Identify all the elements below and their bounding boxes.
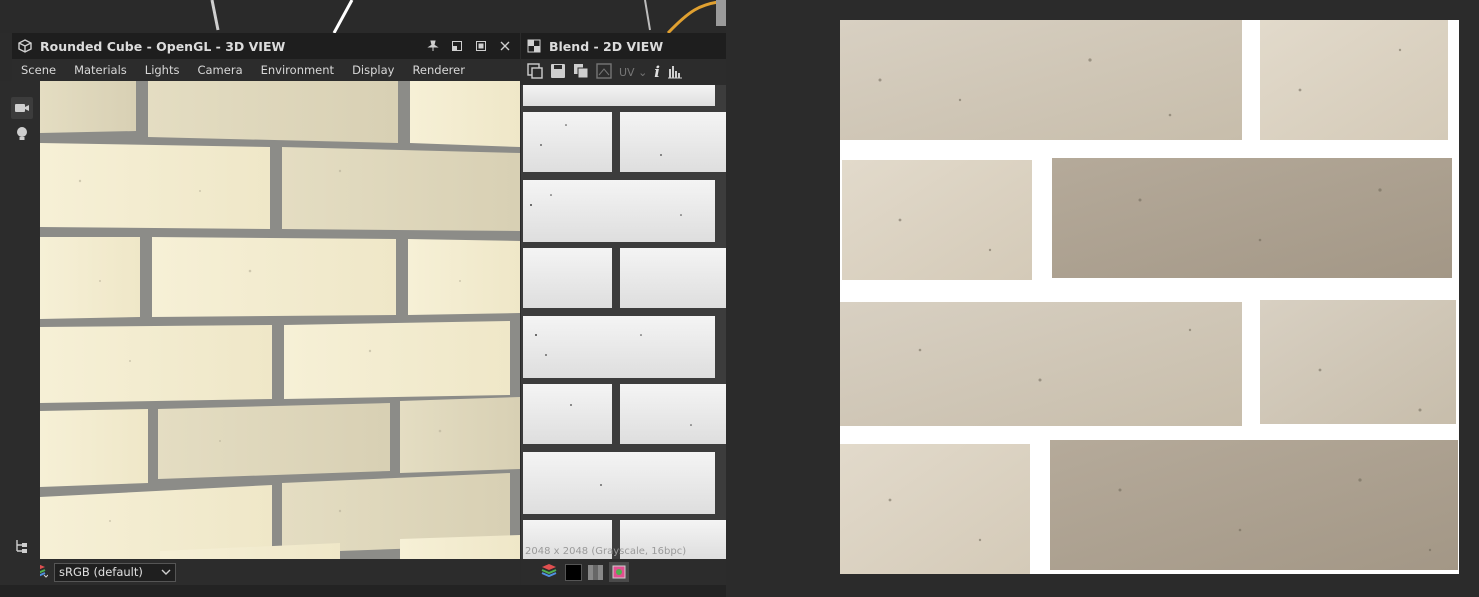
copy-icon[interactable] [573, 63, 589, 82]
2d-view-title: Blend - 2D VIEW [549, 38, 664, 54]
3d-view-title: Rounded Cube - OpenGL - 3D VIEW [40, 38, 286, 54]
texture-preview-image [840, 20, 1459, 574]
histogram-icon[interactable] [667, 63, 683, 82]
tree-icon[interactable] [11, 535, 33, 557]
chevron-down-icon: ⌄ [638, 65, 648, 79]
3d-view-side-toolbar [0, 81, 40, 585]
2d-viewport[interactable]: 2048 x 2048 (Grayscale, 16bpc) [521, 85, 726, 559]
checker-background-button[interactable] [588, 564, 603, 580]
maximize-icon[interactable] [472, 37, 490, 55]
checker-icon [527, 39, 541, 53]
lightbulb-icon[interactable] [11, 123, 33, 145]
cube-icon [18, 39, 32, 53]
black-background-button[interactable] [565, 563, 582, 581]
3d-view-menubar: Scene Materials Lights Camera Environmen… [12, 59, 520, 81]
node-graph-strip[interactable] [0, 0, 726, 33]
close-icon[interactable] [496, 37, 514, 55]
uv-label: UV [619, 65, 635, 79]
layers-icon[interactable] [541, 563, 559, 582]
image-info: 2048 x 2048 (Grayscale, 16bpc) [525, 546, 687, 557]
menu-environment[interactable]: Environment [252, 63, 343, 77]
camera-icon[interactable] [11, 97, 33, 119]
channel-icon[interactable] [596, 62, 612, 82]
graph-connections [210, 0, 726, 33]
brick-texture-preview [840, 20, 1459, 574]
3d-view-statusbar: sRGB (default) [12, 559, 520, 585]
2d-view-titlebar[interactable]: Blend - 2D VIEW [521, 33, 726, 59]
menu-camera[interactable]: Camera [188, 63, 251, 77]
save-icon[interactable] [550, 63, 566, 82]
chevron-down-icon [161, 565, 171, 579]
export-icon[interactable] [527, 62, 543, 82]
color-display-button[interactable] [609, 562, 629, 582]
2d-view-statusbar [521, 559, 726, 585]
colorspace-value: sRGB (default) [59, 565, 143, 579]
restore-icon[interactable] [448, 37, 466, 55]
3d-view-titlebar[interactable]: Rounded Cube - OpenGL - 3D VIEW [12, 33, 520, 59]
3d-viewport[interactable] [40, 81, 520, 559]
menu-lights[interactable]: Lights [136, 63, 189, 77]
grayscale-texture [521, 85, 726, 559]
bottom-strip [0, 585, 726, 597]
pin-icon[interactable] [424, 37, 442, 55]
info-icon[interactable]: i [654, 63, 660, 81]
colorspace-select[interactable]: sRGB (default) [54, 562, 176, 582]
brick-wall-render [40, 81, 520, 559]
menu-display[interactable]: Display [343, 63, 403, 77]
menu-renderer[interactable]: Renderer [403, 63, 474, 77]
menu-scene[interactable]: Scene [12, 63, 65, 77]
2d-view-toolbar: UV ⌄ i [521, 59, 726, 85]
menu-materials[interactable]: Materials [65, 63, 136, 77]
uv-dropdown[interactable]: UV ⌄ [619, 66, 647, 79]
